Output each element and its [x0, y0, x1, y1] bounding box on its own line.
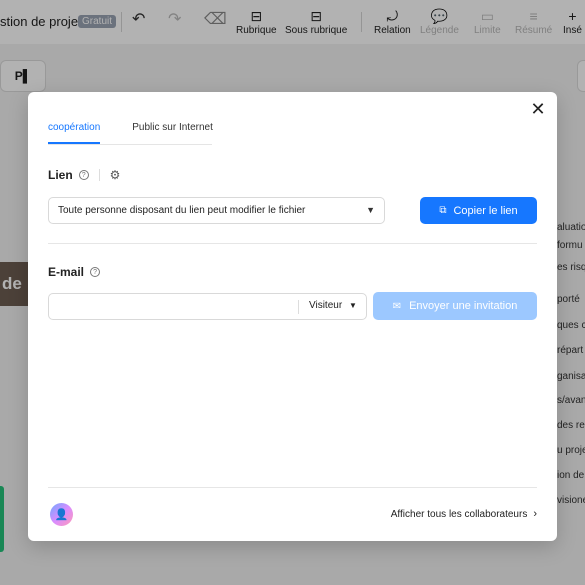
role-value: Visiteur: [309, 300, 343, 311]
link-label: Lien: [48, 168, 73, 182]
copy-link-button[interactable]: ⧉ Copier le lien: [420, 197, 537, 224]
chevron-down-icon: ▼: [366, 205, 375, 215]
tab-cooperation[interactable]: coopération: [48, 122, 101, 144]
role-select[interactable]: Visiteur ▼: [309, 300, 357, 311]
mail-icon: ✉: [392, 300, 402, 312]
email-label: E-mail: [48, 265, 85, 279]
email-input[interactable]: [49, 294, 299, 319]
user-icon: 👤: [54, 509, 69, 521]
tab-public-internet[interactable]: Public sur Internet: [132, 122, 213, 144]
send-invitation-label: Envoyer une invitation: [409, 300, 518, 312]
link-settings-icon[interactable]: ⚙: [110, 168, 121, 182]
footer-divider: [48, 487, 537, 488]
send-invitation-button[interactable]: ✉ Envoyer une invitation: [373, 292, 537, 320]
collaborators-link-label: Afficher tous les collaborateurs: [390, 508, 528, 520]
link-section-header: Lien ? ⚙: [48, 168, 120, 182]
chevron-right-icon: ›: [533, 508, 537, 520]
copy-icon: ⧉: [439, 205, 447, 216]
label-divider: [98, 169, 100, 181]
avatar[interactable]: 👤: [50, 503, 73, 526]
view-all-collaborators-link[interactable]: Afficher tous les collaborateurs ›: [391, 508, 537, 520]
link-permission-select[interactable]: Toute personne disposant du lien peut mo…: [48, 197, 385, 224]
email-field: Visiteur ▼: [48, 293, 367, 320]
email-section-header: E-mail ?: [48, 265, 101, 279]
share-dialog: ✕ coopération Public sur Internet Lien ?…: [28, 92, 557, 541]
copy-link-label: Copier le lien: [453, 204, 518, 217]
role-divider: [298, 300, 299, 314]
section-divider: [48, 243, 537, 244]
chevron-down-icon: ▼: [348, 301, 357, 310]
share-tabs: coopération Public sur Internet: [48, 122, 213, 145]
link-permission-value: Toute personne disposant du lien peut mo…: [58, 205, 306, 216]
help-icon[interactable]: ?: [78, 170, 89, 180]
close-icon[interactable]: ✕: [529, 100, 547, 118]
help-icon[interactable]: ?: [90, 267, 101, 277]
